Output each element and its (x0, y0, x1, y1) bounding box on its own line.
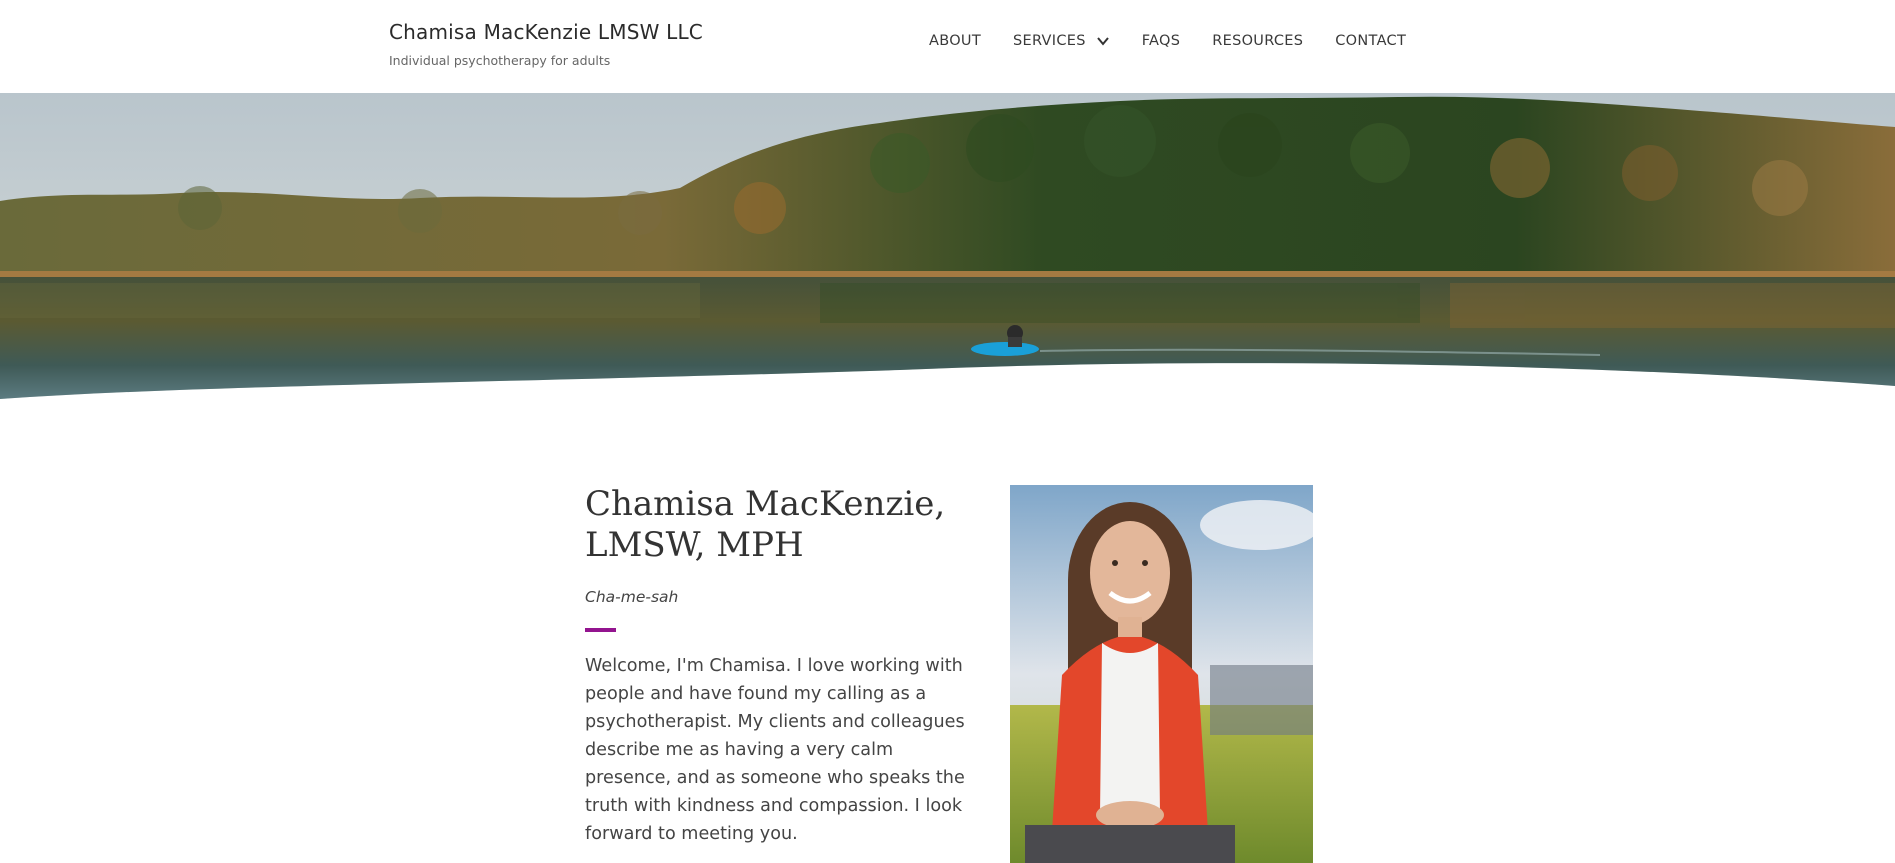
nav-item-about[interactable]: ABOUT (929, 33, 981, 49)
welcome-text: Welcome, I'm Chamisa. I love working wit… (585, 656, 965, 844)
nav-item-faqs[interactable]: FAQS (1142, 33, 1181, 49)
hero-image (0, 93, 1895, 399)
accent-divider (585, 628, 616, 632)
main-nav: ABOUT SERVICES FAQS RESOURCES CONTACT (929, 33, 1406, 49)
hero-banner (0, 93, 1895, 403)
chevron-down-icon[interactable] (1096, 34, 1110, 48)
nav-item-contact[interactable]: CONTACT (1335, 33, 1406, 49)
nav-item-services[interactable]: SERVICES (1013, 33, 1110, 49)
nav-item-label: RESOURCES (1212, 33, 1304, 49)
site-header: Chamisa MacKenzie LMSW LLC Individual ps… (0, 0, 1895, 93)
portrait-photo (1010, 485, 1313, 863)
nav-item-label: CONTACT (1335, 33, 1407, 49)
name-pronunciation: Cha-me-sah (585, 588, 679, 606)
nav-item-label: SERVICES (1013, 33, 1086, 49)
site-tagline: Individual psychotherapy for adults (389, 53, 611, 68)
site-title[interactable]: Chamisa MacKenzie LMSW LLC (389, 20, 703, 44)
nav-item-label: FAQS (1141, 33, 1181, 49)
nav-item-resources[interactable]: RESOURCES (1212, 33, 1303, 49)
portrait-image (1010, 485, 1313, 863)
nav-item-label: ABOUT (929, 33, 981, 49)
brand: Chamisa MacKenzie LMSW LLC Individual ps… (389, 20, 703, 68)
page-title: Chamisa MacKenzie, LMSW, MPH (585, 484, 946, 565)
